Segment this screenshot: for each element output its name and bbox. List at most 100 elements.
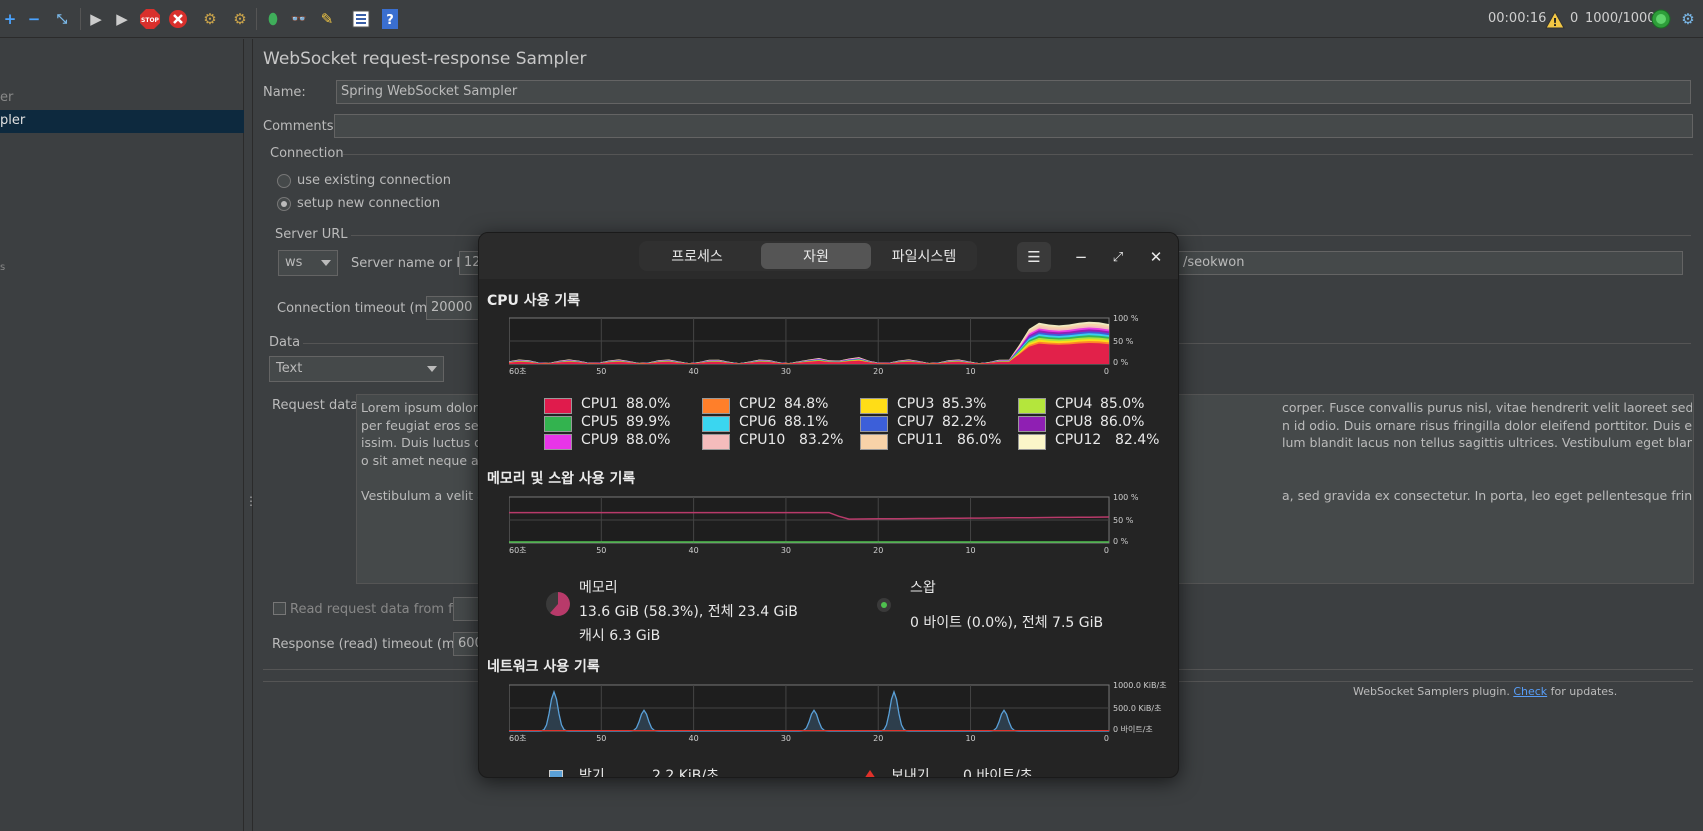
binoculars-icon[interactable]: 👓 — [289, 9, 309, 29]
response-timeout-label: Response (read) timeout (ms): — [272, 637, 471, 652]
data-section-title: Data — [269, 335, 301, 350]
system-monitor-window: 프로세스 자원 파일시스템 ☰ − ⤢ ✕ CPU 사용 기록 60초 50 40 3… — [478, 232, 1179, 778]
path-field[interactable]: /seokwon — [1178, 251, 1683, 275]
broom-icon[interactable]: ✎ — [317, 9, 337, 29]
tab-filesystems[interactable]: 파일시스템 — [873, 241, 975, 271]
memory-history-title: 메모리 및 스왑 사용 기록 — [487, 471, 636, 487]
warning-icon[interactable]: ! — [1545, 10, 1565, 30]
minimize-icon: − — [1074, 248, 1088, 266]
start-no-pauses-icon[interactable]: ▶ — [112, 9, 132, 29]
test-plan-tree: er pler s — [0, 39, 244, 831]
minimize-button[interactable]: − — [1064, 242, 1098, 272]
x-tick-label: 20 — [873, 367, 883, 376]
y-tick-label: 0 % — [1113, 358, 1129, 367]
close-button[interactable]: ✕ — [1139, 242, 1173, 272]
remove-icon[interactable]: − — [24, 9, 44, 29]
tree-item[interactable]: er — [0, 90, 13, 105]
x-tick-label: 50 — [596, 546, 606, 555]
request-text-line — [1282, 469, 1692, 487]
setup-new-label: setup new connection — [297, 196, 441, 211]
stop-icon[interactable]: STOP — [140, 9, 160, 29]
cpu-color-swatch[interactable] — [860, 398, 888, 414]
status-indicator-icon — [1651, 9, 1671, 29]
tab-processes[interactable]: 프로세스 — [641, 241, 753, 271]
maximize-button[interactable]: ⤢ — [1101, 242, 1135, 272]
function-helper-icon[interactable] — [351, 9, 371, 29]
cpu-legend-label: CPU12 — [1055, 432, 1102, 448]
add-icon[interactable]: + — [0, 9, 20, 29]
warning-count: 0 — [1570, 11, 1579, 26]
x-tick-label: 40 — [689, 546, 699, 555]
x-tick-label: 0 — [1104, 367, 1109, 376]
search-icon[interactable]: ⬮ — [263, 9, 283, 29]
menu-button[interactable]: ☰ — [1017, 242, 1051, 272]
cpu-color-swatch[interactable] — [1018, 398, 1046, 414]
x-tick-label: 40 — [689, 734, 699, 743]
svg-text:?: ? — [386, 13, 394, 28]
x-tick-label: 50 — [596, 734, 606, 743]
help-icon[interactable]: ? — [380, 9, 400, 29]
tree-item-marker: s — [0, 262, 6, 273]
cpu-color-swatch[interactable] — [544, 434, 572, 450]
x-tick-label: 0 — [1104, 546, 1109, 555]
setup-new-radio[interactable] — [277, 197, 291, 211]
request-text-line: a, sed gravida ex consectetur. In porta,… — [1282, 487, 1692, 503]
request-text-right: corper. Fusce convallis purus nisl, vita… — [1282, 399, 1692, 504]
data-type-value: Text — [276, 361, 303, 376]
cpu-legend-value: 86.0% — [1100, 414, 1145, 430]
split-divider[interactable]: ⋮ — [244, 39, 257, 831]
cpu-color-swatch[interactable] — [702, 434, 730, 450]
swap-usage: 0 바이트 (0.0%), 전체 7.5 GiB — [910, 615, 1104, 631]
data-type-select[interactable]: Text — [269, 356, 444, 382]
cpu-legend-label: CPU4 — [1055, 396, 1093, 412]
use-existing-radio[interactable] — [277, 174, 291, 188]
send-value: 0 바이트/초 — [963, 768, 1033, 778]
receive-value: 2.2 KiB/초 — [652, 768, 719, 778]
toggle-icon[interactable]: ⤡ — [52, 9, 72, 29]
memory-pie-icon — [545, 591, 571, 621]
y-tick-label: 1000.0 KiB/초 — [1113, 681, 1167, 690]
protocol-select[interactable]: ws — [278, 250, 338, 276]
clear-icon[interactable]: ⚙ — [200, 9, 220, 29]
read-from-file-checkbox[interactable] — [273, 602, 286, 615]
start-icon[interactable]: ▶ — [86, 9, 106, 29]
footer-suffix: for updates. — [1550, 685, 1618, 698]
cpu-color-swatch[interactable] — [860, 434, 888, 450]
timeout-field[interactable]: 20000 — [426, 296, 486, 320]
tree-item-selected[interactable]: pler — [0, 110, 244, 133]
x-tick-label: 0 — [1104, 734, 1109, 743]
cpu-history-title: CPU 사용 기록 — [487, 293, 581, 309]
request-data-label: Request data: — [272, 398, 363, 413]
x-tick-label: 20 — [873, 734, 883, 743]
hamburger-icon: ☰ — [1027, 248, 1041, 266]
request-text-line: n id odio. Duis ornare risus fringilla d… — [1282, 417, 1692, 433]
use-existing-label: use existing connection — [297, 173, 451, 188]
cpu-color-swatch[interactable] — [544, 416, 572, 432]
network-history-graph: 60초 50 40 30 20 10 0 1000.0 KiB/초 500.0 KiB/초 0 바… — [509, 681, 1167, 743]
memory-label: 메모리 — [579, 580, 618, 596]
server-label: Server name or IP: — [351, 256, 473, 271]
remote-icon[interactable]: ⚙ — [1678, 9, 1698, 29]
comments-field[interactable] — [334, 114, 1693, 138]
cpu-legend-label: CPU7 — [897, 414, 935, 430]
cpu-legend-value: 85.3% — [942, 396, 987, 412]
shutdown-icon[interactable] — [168, 9, 188, 29]
cpu-color-swatch[interactable] — [1018, 434, 1046, 450]
request-text-line: corper. Fusce convallis purus nisl, vita… — [1282, 400, 1692, 415]
tab-resources[interactable]: 자원 — [761, 243, 871, 269]
cpu-legend-label: CPU11 — [897, 432, 944, 448]
cpu-color-swatch[interactable] — [702, 416, 730, 432]
clear-all-icon[interactable]: ⚙ — [230, 9, 250, 29]
check-updates-link[interactable]: Check — [1513, 685, 1547, 698]
cpu-color-swatch[interactable] — [702, 398, 730, 414]
cpu-legend-label: CPU1 — [581, 396, 619, 412]
send-label: 보내기 — [891, 768, 930, 778]
cpu-color-swatch[interactable] — [544, 398, 572, 414]
timeout-label: Connection timeout (ms): — [277, 301, 444, 316]
name-field[interactable]: Spring WebSocket Sampler — [336, 80, 1691, 104]
close-icon: ✕ — [1149, 248, 1163, 266]
cpu-color-swatch[interactable] — [860, 416, 888, 432]
cpu-color-swatch[interactable] — [1018, 416, 1046, 432]
maximize-icon: ⤢ — [1112, 249, 1124, 265]
x-tick-label: 40 — [689, 367, 699, 376]
